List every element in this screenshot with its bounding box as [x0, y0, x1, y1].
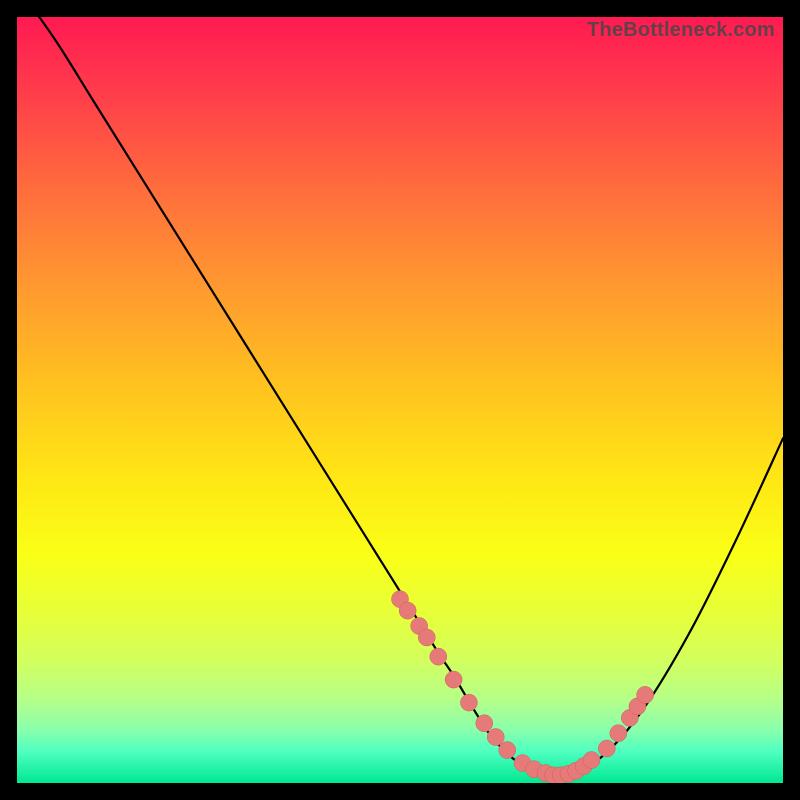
- highlight-dot: [418, 629, 435, 646]
- highlight-dot: [476, 715, 493, 732]
- highlight-dot: [399, 602, 416, 619]
- highlight-dot: [637, 686, 654, 703]
- highlight-dot: [610, 725, 627, 742]
- highlight-dots-group: [392, 591, 654, 783]
- bottleneck-curve: [17, 17, 783, 775]
- highlight-dot: [430, 648, 447, 665]
- highlight-dot: [499, 742, 516, 759]
- chart-plot-area: TheBottleneck.com: [17, 17, 783, 783]
- highlight-dot: [460, 694, 477, 711]
- highlight-dot: [583, 752, 600, 769]
- highlight-dot: [598, 740, 615, 757]
- highlight-dot: [487, 729, 504, 746]
- highlight-dot: [445, 671, 462, 688]
- chart-frame: TheBottleneck.com: [0, 0, 800, 800]
- chart-svg: [17, 17, 783, 783]
